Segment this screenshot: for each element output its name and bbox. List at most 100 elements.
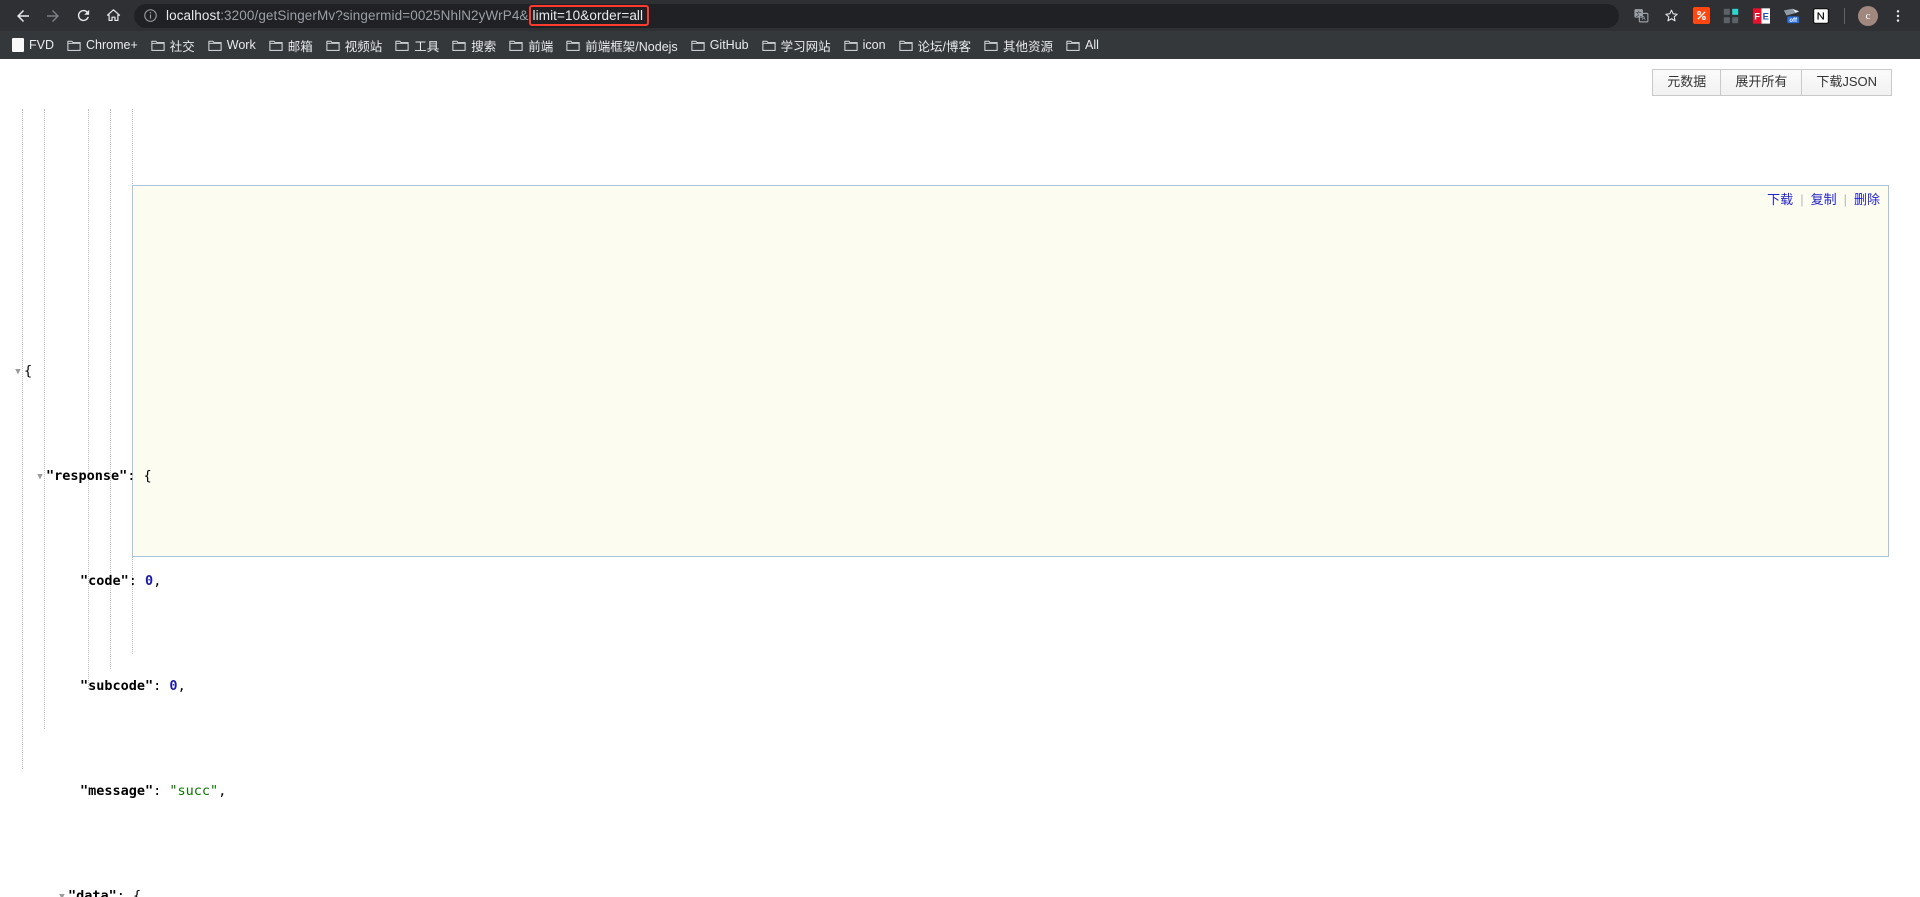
- bookmark-item--[interactable]: 学习网站: [758, 34, 838, 56]
- bookmark-item--[interactable]: 论坛/博客: [895, 34, 978, 56]
- folder-icon: [843, 39, 858, 52]
- svg-text:off: off: [1789, 18, 1797, 24]
- bookmark-label: All: [1085, 38, 1099, 52]
- toggle-data[interactable]: ▼: [56, 887, 68, 897]
- folder-icon: [208, 39, 222, 52]
- bookmark-item--[interactable]: 其他资源: [980, 34, 1060, 56]
- copy-node-link[interactable]: 复制: [1811, 192, 1837, 207]
- toggle-response[interactable]: ▼: [34, 467, 46, 488]
- svg-text:E: E: [1762, 11, 1768, 21]
- value-message: "succ": [169, 783, 219, 799]
- folder-icon: [326, 39, 340, 52]
- extension-percent-icon[interactable]: [1687, 3, 1715, 29]
- key-code: "code": [80, 573, 129, 589]
- bookmark-item--[interactable]: 邮箱: [265, 34, 320, 56]
- kebab-menu-icon: [1896, 9, 1900, 22]
- key-subcode: "subcode": [80, 678, 154, 694]
- folder-icon: [452, 39, 466, 52]
- bookmark-label: Work: [226, 38, 256, 52]
- value-code: 0: [145, 573, 154, 589]
- bookmark-label: 视频站: [344, 39, 383, 54]
- reload-icon: [77, 9, 89, 22]
- bookmark-item--[interactable]: 前端: [505, 34, 560, 56]
- bookmark-item-fvd[interactable]: FVD: [8, 34, 61, 56]
- bookmark-label: 其他资源: [1003, 39, 1054, 54]
- download-node-link[interactable]: 下载: [1767, 192, 1793, 207]
- toggle-root[interactable]: ▼: [12, 362, 24, 383]
- bookmark-label: 邮箱: [287, 39, 313, 54]
- bookmark-item--[interactable]: 工具: [391, 34, 446, 56]
- bookmark-label: 社交: [169, 39, 195, 54]
- back-button[interactable]: [8, 2, 38, 30]
- browser-toolbar: localhost:3200/getSingerMv?singermid=002…: [0, 0, 1920, 31]
- bookmark-label: FVD: [29, 38, 54, 52]
- json-row-response: ▼ "response": {: [0, 466, 1920, 487]
- download-json-button[interactable]: 下载JSON: [1801, 69, 1892, 97]
- bookmark-label: 前端框架/Nodejs: [585, 39, 678, 54]
- folder-icon: [151, 39, 165, 52]
- bookmark-label: 学习网站: [780, 39, 831, 54]
- folder-icon: [509, 39, 523, 52]
- folder-icon: [269, 39, 283, 52]
- response-open: : {: [127, 468, 152, 484]
- browser-chrome: localhost:3200/getSingerMv?singermid=002…: [0, 0, 1920, 59]
- value-subcode: 0: [169, 678, 178, 694]
- url-path: :3200/getSingerMv?singermid=0025NhlN2yWr…: [220, 7, 529, 23]
- home-icon: [106, 9, 120, 22]
- bookmark-item--nodejs[interactable]: 前端框架/Nodejs: [562, 34, 684, 56]
- forward-button[interactable]: [38, 2, 68, 30]
- profile-button[interactable]: c: [1854, 3, 1882, 29]
- toolbar-divider: [1844, 7, 1845, 24]
- chrome-menu-button[interactable]: [1884, 3, 1912, 29]
- root-open-brace: {: [24, 363, 33, 379]
- reload-button[interactable]: [68, 2, 98, 30]
- site-information-icon[interactable]: [143, 8, 158, 23]
- extension-fe-icon[interactable]: F E: [1747, 3, 1775, 29]
- svg-text:A: A: [1641, 16, 1645, 22]
- extension-off-icon[interactable]: off: [1777, 3, 1805, 29]
- json-row-subcode: "subcode": 0,: [80, 678, 186, 694]
- bookmark-label: 工具: [414, 39, 440, 54]
- extension-notion-icon[interactable]: [1807, 3, 1835, 29]
- home-button[interactable]: [98, 2, 128, 30]
- bookmark-label: 搜索: [471, 39, 497, 54]
- bookmark-label: icon: [862, 38, 886, 52]
- bookmark-item--[interactable]: 搜索: [448, 34, 503, 56]
- action-separator-1: |: [1800, 192, 1804, 207]
- extension-grid-icon[interactable]: [1717, 3, 1745, 29]
- json-viewer-page: 元数据 展开所有 下载JSON 下载 | 复制 | 删除 ▼{ ▼ "response":…: [0, 59, 1920, 897]
- bookmark-label: 论坛/博客: [917, 39, 972, 54]
- back-arrow-icon: [17, 9, 29, 22]
- toolbar-icon-group: 文 A F E off c: [1627, 3, 1912, 29]
- bookmark-item--[interactable]: 视频站: [322, 34, 390, 56]
- expand-all-button[interactable]: 展开所有: [1720, 69, 1802, 97]
- json-viewer-toolbar: 元数据 展开所有 下载JSON: [1652, 69, 1892, 97]
- folder-icon: [1066, 39, 1080, 52]
- translate-icon[interactable]: 文 A: [1627, 3, 1655, 29]
- address-bar[interactable]: localhost:3200/getSingerMv?singermid=002…: [134, 3, 1619, 28]
- bookmark-label: GitHub: [709, 38, 749, 52]
- avatar: c: [1858, 5, 1878, 26]
- node-action-links: 下载 | 复制 | 删除: [1767, 189, 1880, 208]
- bookmark-item-icon[interactable]: icon: [840, 34, 893, 56]
- folder-icon: [67, 39, 81, 52]
- key-response: "response": [46, 468, 128, 484]
- bookmark-item-all[interactable]: All: [1062, 34, 1106, 56]
- bookmark-item-chrome-[interactable]: Chrome+: [63, 34, 145, 56]
- bookmark-star-icon[interactable]: [1657, 3, 1685, 29]
- folder-icon: [690, 39, 705, 52]
- folder-icon: [395, 39, 409, 52]
- key-data: "data": [68, 888, 117, 897]
- metadata-button[interactable]: 元数据: [1652, 69, 1721, 97]
- bookmark-item--[interactable]: 社交: [147, 34, 202, 56]
- json-row-message: "message": "succ",: [80, 783, 227, 799]
- data-open: : {: [116, 888, 142, 897]
- key-message: "message": [80, 783, 154, 799]
- folder-icon: [898, 39, 913, 52]
- bookmark-item-work[interactable]: Work: [204, 34, 263, 56]
- delete-node-link[interactable]: 删除: [1854, 192, 1880, 207]
- json-row-root-open: ▼{: [0, 361, 1920, 382]
- bookmark-item-github[interactable]: GitHub: [687, 34, 756, 56]
- folder-icon: [984, 39, 998, 52]
- url-text: localhost:3200/getSingerMv?singermid=002…: [166, 4, 650, 28]
